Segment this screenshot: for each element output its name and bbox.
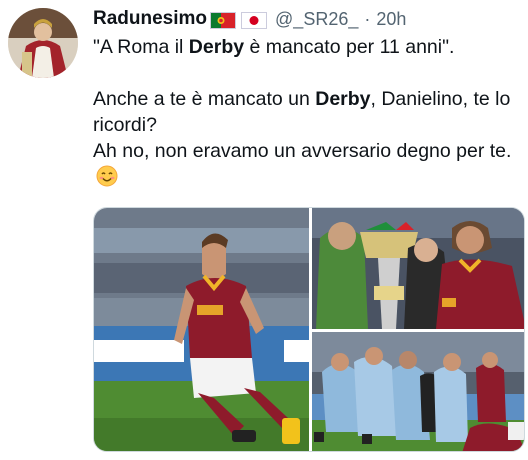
japan-flag-icon (241, 11, 268, 29)
tweet-line-3: Ah no, non eravamo un avversario degno p… (93, 138, 523, 194)
bold-derby: Derby (188, 36, 245, 58)
media-grid (93, 207, 525, 452)
smiling-face-icon (96, 165, 118, 194)
cup-trophy-photo[interactable] (312, 208, 524, 329)
celebration-photo[interactable] (312, 332, 524, 451)
avatar[interactable] (8, 8, 78, 78)
separator-dot: · (364, 8, 371, 29)
handle[interactable]: @_SR26_ (275, 9, 358, 30)
portugal-flag-icon (210, 11, 237, 29)
tweet-header: Radunesimo @_SR26_ · 20h (93, 6, 406, 32)
tweet[interactable]: Radunesimo @_SR26_ · 20h "A Roma il Derb… (0, 0, 528, 460)
tweet-line-2: Anche a te è mancato un Derby, Danielino… (93, 88, 511, 136)
kneeling-player-photo[interactable] (94, 208, 309, 451)
tweet-text: "A Roma il Derby è mancato per 11 anni".… (93, 34, 523, 194)
display-name[interactable]: Radunesimo (93, 8, 207, 30)
timestamp[interactable]: 20h (376, 9, 406, 30)
tweet-line-1: "A Roma il Derby è mancato per 11 anni". (93, 36, 455, 58)
bold-derby: Derby (315, 88, 371, 110)
